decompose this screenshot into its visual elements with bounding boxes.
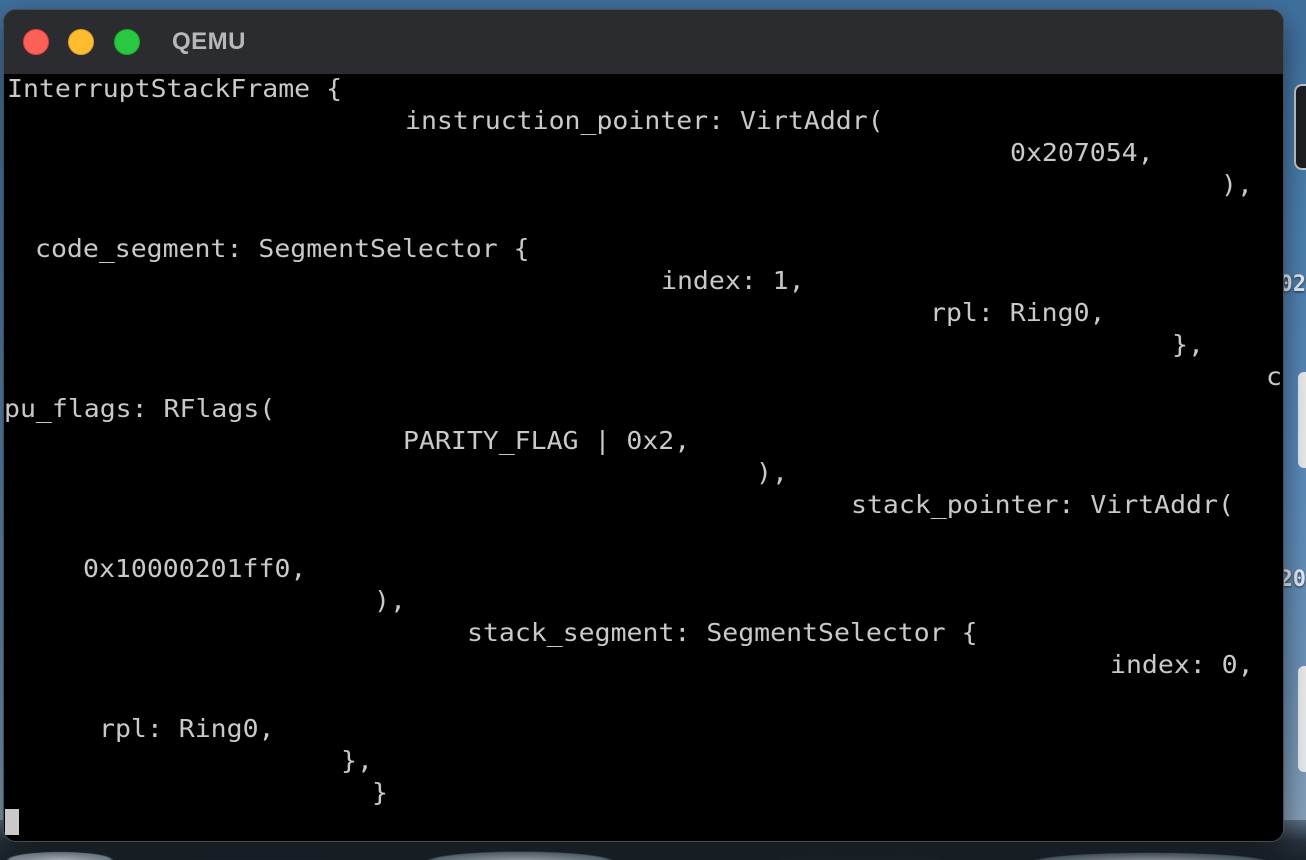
console-line: rpl: Ring0, <box>930 298 1106 327</box>
console-line: InterruptStackFrame { <box>7 74 343 103</box>
desktop-widget-light <box>1298 372 1306 468</box>
console-line: code_segment: SegmentSelector { <box>35 234 530 263</box>
console-line: c <box>1266 362 1282 391</box>
console-line: rpl: Ring0, <box>99 714 275 743</box>
qemu-window: QEMU InterruptStackFrame { instruction_p… <box>4 10 1283 841</box>
zoom-button[interactable] <box>114 29 140 55</box>
console-line: } <box>372 778 388 807</box>
minimize-button[interactable] <box>68 29 94 55</box>
desktop-wallpaper-mountains <box>0 838 1306 860</box>
console-line: pu_flags: RFlags( <box>4 394 276 423</box>
desktop-clock-fragment: 20 <box>1279 567 1306 592</box>
close-button[interactable] <box>23 29 49 55</box>
text-cursor <box>5 809 19 835</box>
desktop-widget-light <box>1298 666 1306 772</box>
console-line: ), <box>374 586 406 615</box>
console-line: index: 0, <box>1110 650 1254 679</box>
console-line: index: 1, <box>661 266 805 295</box>
console-line: 0x207054, <box>1010 138 1154 167</box>
window-title: QEMU <box>172 28 246 55</box>
desktop-clock-fragment: 02 <box>1279 272 1306 297</box>
window-titlebar[interactable]: QEMU <box>4 10 1283 75</box>
console-line: 0x10000201ff0, <box>83 554 307 583</box>
console-line: ), <box>1221 170 1253 199</box>
desktop-widget-dark <box>1294 84 1306 170</box>
console-line: instruction_pointer: VirtAddr( <box>405 106 884 135</box>
console-line: stack_segment: SegmentSelector { <box>467 618 978 647</box>
vga-console[interactable]: InterruptStackFrame { instruction_pointe… <box>4 74 1283 841</box>
console-line: stack_pointer: VirtAddr( <box>851 490 1234 519</box>
console-line: }, <box>341 746 373 775</box>
console-line: ), <box>756 458 788 487</box>
console-line: }, <box>1172 330 1204 359</box>
console-line: PARITY_FLAG | 0x2, <box>403 426 691 455</box>
